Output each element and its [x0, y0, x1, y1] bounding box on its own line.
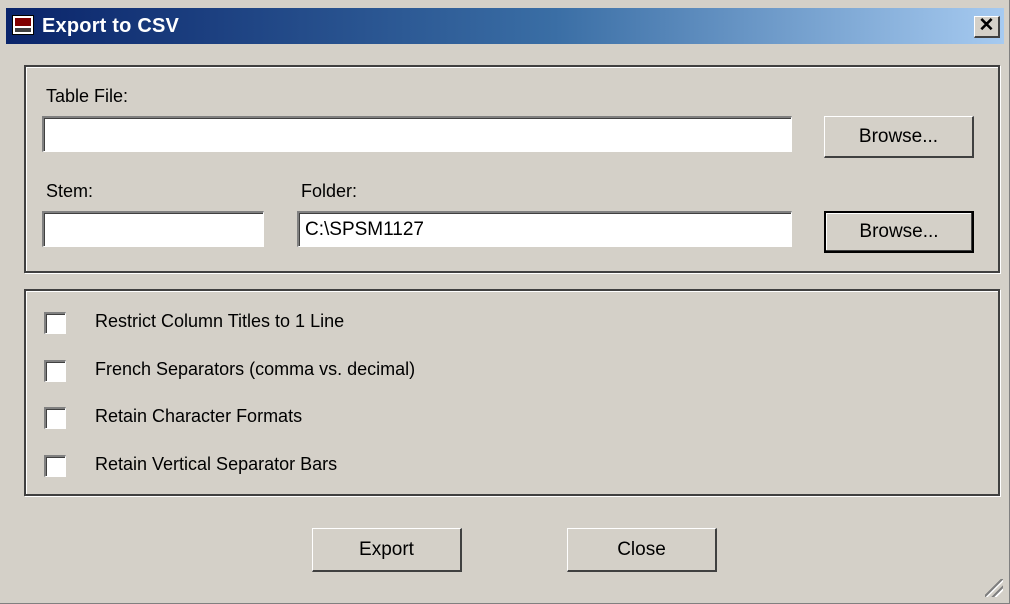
- export-dialog: Export to CSV ✕ Table File: Browse... St…: [0, 0, 1010, 604]
- restrict-column-titles-checkbox[interactable]: [44, 312, 66, 334]
- close-icon: ✕: [978, 15, 995, 36]
- resize-grip-icon[interactable]: [985, 579, 1003, 597]
- close-button[interactable]: Close: [567, 528, 717, 572]
- title-bar[interactable]: Export to CSV ✕: [6, 8, 1004, 44]
- option-label: Retain Character Formats: [95, 406, 303, 426]
- folder-input[interactable]: [297, 211, 792, 247]
- export-label: Export: [359, 538, 414, 560]
- french-separators-checkbox[interactable]: [44, 360, 66, 382]
- export-button[interactable]: Export: [312, 528, 462, 572]
- folder-browse-button[interactable]: Browse...: [824, 211, 974, 253]
- option-label: Restrict Column Titles to 1 Line: [95, 311, 345, 331]
- option-label: French Separators (comma vs. decimal): [95, 359, 416, 379]
- browse-label: Browse...: [859, 221, 939, 242]
- table-file-label: Table File:: [46, 86, 129, 106]
- browse-label: Browse...: [858, 125, 939, 147]
- table-file-input[interactable]: [42, 116, 792, 152]
- close-label: Close: [617, 538, 666, 560]
- window-title: Export to CSV: [42, 15, 180, 37]
- retain-vertical-separator-bars-checkbox[interactable]: [44, 455, 66, 477]
- stem-label: Stem:: [46, 181, 94, 201]
- retain-character-formats-checkbox[interactable]: [44, 407, 66, 429]
- close-window-button[interactable]: ✕: [974, 16, 1000, 38]
- stem-input[interactable]: [42, 211, 264, 247]
- option-label: Retain Vertical Separator Bars: [95, 454, 338, 474]
- table-file-browse-button[interactable]: Browse...: [824, 116, 974, 158]
- folder-label: Folder:: [301, 181, 358, 201]
- app-icon: [12, 15, 34, 35]
